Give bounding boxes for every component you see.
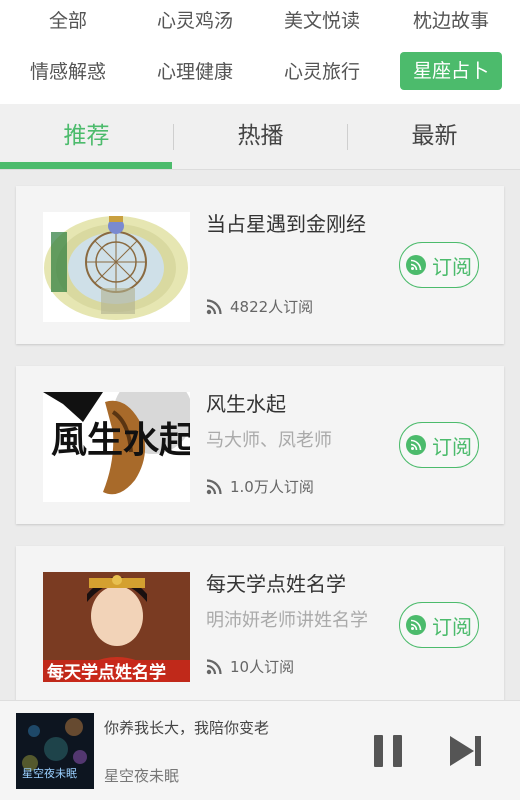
mini-player: 星空夜未眠 你养我长大，我陪你变老 星空夜未眠: [0, 700, 520, 800]
category-grid: 全部 心灵鸡汤 美文悦读 枕边故事 情感解惑 心理健康 心灵旅行 星座占卜: [0, 0, 520, 104]
subscriber-count: 1.0万人订阅: [230, 478, 314, 496]
player-track-title: 你养我长大，我陪你变老: [104, 719, 270, 737]
list-item[interactable]: 当占星遇到金刚经 4822人订阅 订阅: [16, 186, 504, 344]
tab-active-indicator: [0, 162, 172, 169]
list-item[interactable]: 每天学点姓名学 每天学点姓名学 明沛妍老师讲姓名学 10人订阅 订阅: [16, 546, 504, 704]
pause-icon[interactable]: [368, 731, 408, 771]
album-thumbnail: [43, 212, 190, 322]
item-title: 每天学点姓名学: [206, 572, 346, 596]
subscribe-button[interactable]: 订阅: [399, 422, 479, 468]
category-soul-soup[interactable]: 心灵鸡汤: [130, 9, 260, 33]
subscribe-label: 订阅: [432, 254, 472, 279]
album-thumbnail: 風生水起: [43, 392, 190, 502]
item-subscribers: 4822人订阅: [206, 296, 313, 317]
rss-circle-icon: [406, 615, 426, 635]
tab-recommended[interactable]: 推荐: [0, 104, 173, 170]
subscribe-button[interactable]: 订阅: [399, 602, 479, 648]
player-thumbnail[interactable]: 星空夜未眠: [16, 713, 94, 789]
subscribe-label: 订阅: [432, 434, 472, 459]
item-title: 当占星遇到金刚经: [206, 212, 366, 236]
subscriber-count: 4822人订阅: [230, 298, 314, 316]
item-subtitle: 明沛妍老师讲姓名学: [206, 610, 368, 631]
svg-text:每天学点姓名学: 每天学点姓名学: [47, 662, 166, 682]
svg-text:星空夜未眠: 星空夜未眠: [22, 766, 77, 780]
subscribe-button[interactable]: 订阅: [399, 242, 479, 288]
rss-icon: [206, 478, 222, 494]
player-album-name: 星空夜未眠: [104, 767, 180, 785]
tab-latest[interactable]: 最新: [348, 104, 520, 170]
rss-circle-icon: [406, 255, 426, 275]
category-bedtime-stories[interactable]: 枕边故事: [386, 9, 516, 33]
tab-bar: 推荐 热播 最新: [0, 104, 520, 170]
next-track-icon[interactable]: [446, 731, 486, 771]
item-subtitle: 马大师、凤老师: [206, 430, 332, 451]
rss-icon: [206, 658, 222, 674]
rss-circle-icon: [406, 435, 426, 455]
rss-icon: [206, 298, 222, 314]
album-thumbnail: 每天学点姓名学: [43, 572, 190, 682]
item-title: 风生水起: [206, 392, 286, 416]
category-prose[interactable]: 美文悦读: [257, 9, 387, 33]
item-subscribers: 1.0万人订阅: [206, 476, 314, 497]
item-subscribers: 10人订阅: [206, 656, 294, 677]
list-item[interactable]: 風生水起 风生水起 马大师、凤老师 1.0万人订阅 订阅: [16, 366, 504, 524]
category-astrology[interactable]: 星座占卜: [400, 52, 502, 90]
subscribe-label: 订阅: [432, 614, 472, 639]
tab-underline: [0, 169, 520, 170]
category-mental-health[interactable]: 心理健康: [130, 60, 260, 84]
subscriber-count: 10人订阅: [230, 658, 295, 676]
tab-hot[interactable]: 热播: [174, 104, 347, 170]
svg-text:風生水起: 風生水起: [51, 419, 190, 461]
category-soul-travel[interactable]: 心灵旅行: [257, 60, 387, 84]
category-emotion[interactable]: 情感解惑: [3, 60, 133, 84]
category-all[interactable]: 全部: [3, 9, 133, 33]
